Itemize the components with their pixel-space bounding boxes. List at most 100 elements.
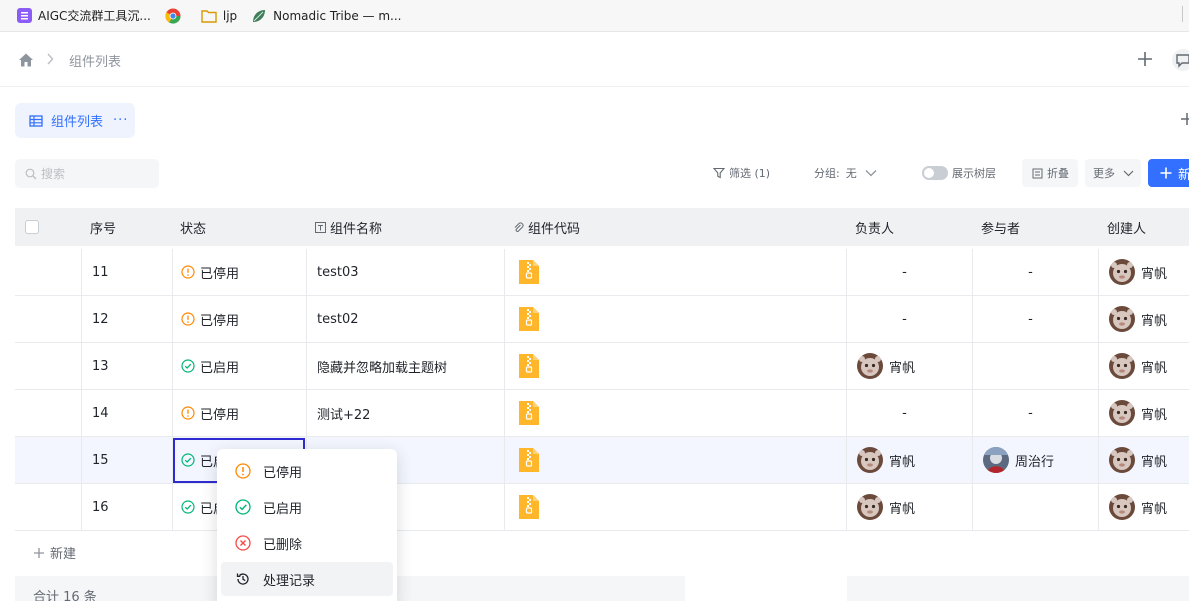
menu-item-deleted[interactable]: 已删除	[221, 526, 393, 560]
record-count: 合计 16 条	[33, 590, 97, 601]
zip-file-icon[interactable]	[517, 494, 541, 520]
bookmark-nomadic[interactable]: Nomadic Tribe — m...	[251, 4, 402, 28]
view-tab-component-list[interactable]: 组件列表 ···	[15, 103, 135, 138]
view-tab-label: 组件列表	[51, 115, 104, 130]
chat-icon[interactable]	[1172, 49, 1189, 71]
cell-name[interactable]: 测试+22	[306, 390, 504, 436]
cell-name[interactable]: 隐藏并忽略加载主题树	[306, 343, 504, 389]
cell-participant[interactable]: 周治行	[972, 437, 1098, 483]
cell-no[interactable]: 15	[81, 437, 172, 483]
cell-status[interactable]: 已启用	[172, 343, 306, 389]
cell-code[interactable]	[504, 484, 846, 530]
component-name: test03	[317, 264, 359, 280]
cell-owner[interactable]: 宵帆	[846, 437, 972, 483]
header-name[interactable]: 组件名称	[315, 208, 382, 246]
person-chip[interactable]: 周治行	[983, 447, 1054, 473]
add-icon[interactable]	[1136, 50, 1154, 68]
cell-creator[interactable]: 宵帆	[1098, 296, 1189, 342]
cell-participant[interactable]: -	[972, 390, 1098, 436]
home-icon[interactable]	[18, 52, 34, 68]
cell-status[interactable]: 已停用	[172, 390, 306, 436]
zip-file-icon[interactable]	[517, 400, 541, 426]
cell-participant[interactable]	[972, 343, 1098, 389]
person-chip[interactable]: 宵帆	[1109, 400, 1167, 426]
header-no[interactable]: 序号	[90, 208, 116, 246]
zip-file-icon[interactable]	[517, 447, 541, 473]
person-chip[interactable]: 宵帆	[1109, 494, 1167, 520]
table-row[interactable]: 13 已启用 隐藏并忽略加载主题树 宵帆 宵帆	[15, 343, 1189, 390]
cell-creator[interactable]: 宵帆	[1098, 390, 1189, 436]
person-chip[interactable]: 宵帆	[857, 353, 915, 379]
header-status[interactable]: 状态	[180, 208, 206, 246]
group-by-select[interactable]: 分组: 无	[814, 160, 881, 186]
cell-code[interactable]	[504, 343, 846, 389]
add-view-icon[interactable]	[1180, 112, 1189, 126]
avatar	[857, 353, 883, 379]
check-circle-icon	[181, 359, 195, 373]
menu-item-enabled[interactable]: 已启用	[221, 490, 393, 524]
cell-creator[interactable]: 宵帆	[1098, 437, 1189, 483]
table-row[interactable]: 16 已启 宵帆 宵帆	[15, 484, 1189, 531]
person-chip[interactable]: 宵帆	[1109, 447, 1167, 473]
component-name: test02	[317, 311, 359, 327]
zip-file-icon[interactable]	[517, 259, 541, 285]
zip-file-icon[interactable]	[517, 353, 541, 379]
header-participant[interactable]: 参与者	[981, 208, 1020, 246]
header-code[interactable]: 组件代码	[513, 208, 580, 246]
bookmark-aigc[interactable]: AIGC交流群工具沉...	[16, 4, 151, 28]
new-row-button[interactable]: 新建	[33, 543, 76, 562]
new-record-button[interactable]: 新	[1148, 159, 1189, 187]
cell-name[interactable]: test03	[306, 249, 504, 295]
search-input[interactable]	[41, 166, 151, 181]
header-owner[interactable]: 负责人	[855, 208, 894, 246]
cell-code[interactable]	[504, 296, 846, 342]
person-chip[interactable]: 宵帆	[1109, 259, 1167, 285]
tree-level-toggle[interactable]: 展示树层	[922, 160, 996, 186]
bookmark-ljp[interactable]: ljp	[201, 4, 237, 28]
person-chip[interactable]: 宵帆	[1109, 353, 1167, 379]
menu-item-disabled[interactable]: 已停用	[221, 454, 393, 488]
person-chip[interactable]: 宵帆	[857, 447, 915, 473]
person-chip[interactable]: 宵帆	[1109, 306, 1167, 332]
cell-participant[interactable]: -	[972, 296, 1098, 342]
table-row[interactable]: 12 已停用 test02 - - 宵帆	[15, 296, 1189, 343]
cell-no[interactable]: 13	[81, 343, 172, 389]
menu-item-history[interactable]: 处理记录	[221, 562, 393, 596]
cell-creator[interactable]: 宵帆	[1098, 484, 1189, 530]
table-row[interactable]: 11 已停用 test03 - - 宵帆	[15, 249, 1189, 296]
search-box[interactable]	[15, 159, 159, 188]
cell-code[interactable]	[504, 437, 846, 483]
toggle-switch[interactable]	[922, 166, 948, 180]
cell-no[interactable]: 16	[81, 484, 172, 530]
menu-item-label: 已停用	[263, 465, 303, 481]
cell-status[interactable]: 已停用	[172, 249, 306, 295]
cell-creator[interactable]: 宵帆	[1098, 343, 1189, 389]
cell-owner[interactable]: -	[846, 296, 972, 342]
cell-participant[interactable]	[972, 484, 1098, 530]
more-dropdown[interactable]: 更多	[1085, 159, 1141, 187]
cell-owner[interactable]: 宵帆	[846, 343, 972, 389]
cell-no[interactable]: 14	[81, 390, 172, 436]
cell-owner[interactable]: -	[846, 249, 972, 295]
fold-button[interactable]: 折叠	[1022, 159, 1078, 187]
cell-name[interactable]: test02	[306, 296, 504, 342]
cell-code[interactable]	[504, 249, 846, 295]
select-all-checkbox[interactable]	[25, 208, 39, 246]
table-row[interactable]: 14 已停用 测试+22 - - 宵帆	[15, 390, 1189, 437]
breadcrumb-current[interactable]: 组件列表	[69, 51, 121, 70]
cell-no[interactable]: 12	[81, 296, 172, 342]
view-more-icon[interactable]: ···	[113, 113, 128, 128]
cell-owner[interactable]: -	[846, 390, 972, 436]
filter-button[interactable]: 筛选 (1)	[713, 160, 770, 186]
checkbox[interactable]	[25, 220, 39, 234]
person-chip[interactable]: 宵帆	[857, 494, 915, 520]
cell-creator[interactable]: 宵帆	[1098, 249, 1189, 295]
cell-no[interactable]: 11	[81, 249, 172, 295]
zip-file-icon[interactable]	[517, 306, 541, 332]
cell-code[interactable]	[504, 390, 846, 436]
bookmark-chrome[interactable]	[165, 4, 187, 28]
cell-status[interactable]: 已停用	[172, 296, 306, 342]
header-creator[interactable]: 创建人	[1107, 208, 1146, 246]
cell-participant[interactable]: -	[972, 249, 1098, 295]
cell-owner[interactable]: 宵帆	[846, 484, 972, 530]
